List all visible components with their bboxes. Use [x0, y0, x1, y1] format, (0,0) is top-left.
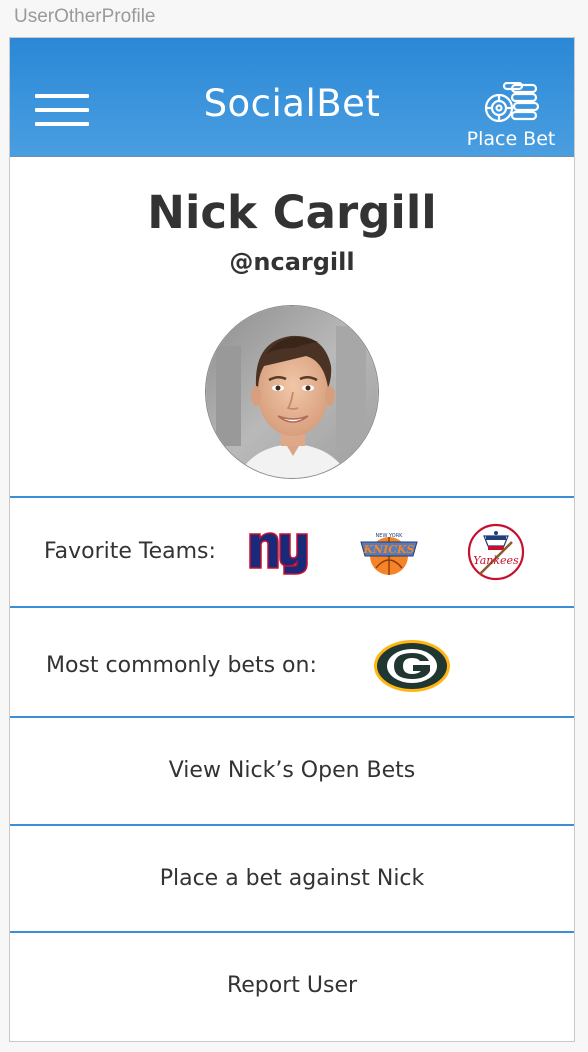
place-bet-label: Place Bet	[466, 128, 556, 150]
favorite-teams-row: Favorite Teams: KNICKS NEW YORK Yankees	[10, 496, 574, 608]
place-bet-button[interactable]: Place Bet	[464, 82, 558, 150]
view-open-bets-button[interactable]: View Nick’s Open Bets	[10, 716, 574, 826]
view-open-bets-label: View Nick’s Open Bets	[168, 758, 416, 783]
green-bay-packers-logo[interactable]	[372, 638, 452, 694]
casino-chips-icon	[484, 82, 540, 123]
new-york-knicks-logo[interactable]: KNICKS NEW YORK	[358, 522, 420, 580]
report-user-label: Report User	[226, 973, 358, 998]
top-nav-bar: SocialBet Place Bet	[10, 38, 574, 157]
favorite-teams-label: Favorite Teams:	[44, 539, 216, 564]
avatar	[205, 305, 379, 479]
bet-against-label: Place a bet against Nick	[159, 866, 425, 891]
profile-name: Nick Cargill	[147, 186, 437, 239]
profile-photo	[206, 306, 378, 478]
new-york-yankees-logo[interactable]: Yankees	[466, 522, 526, 582]
svg-text:KNICKS: KNICKS	[362, 543, 414, 556]
common-bets-label: Most commonly bets on:	[46, 653, 317, 678]
common-bets-row: Most commonly bets on:	[10, 606, 574, 718]
svg-text:NEW YORK: NEW YORK	[376, 533, 404, 539]
bet-against-button[interactable]: Place a bet against Nick	[10, 824, 574, 934]
profile-handle: @ncargill	[229, 248, 355, 276]
window-title: UserOtherProfile	[14, 6, 156, 27]
svg-text:Yankees: Yankees	[473, 554, 519, 567]
report-user-button[interactable]: Report User	[10, 931, 574, 1041]
new-york-giants-logo[interactable]	[248, 528, 310, 576]
phone-screen: SocialBet Place Bet Nick Cargill @ncargi…	[9, 37, 575, 1042]
